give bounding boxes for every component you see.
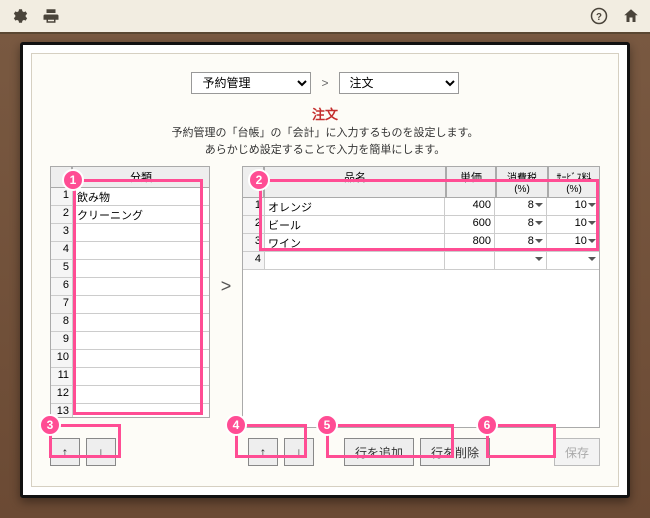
item-row[interactable]: 2ビール6008 10: [243, 216, 599, 234]
item-move-up-button[interactable]: ↑: [248, 438, 278, 466]
category-cell[interactable]: [73, 242, 209, 260]
row-number: 3: [51, 224, 73, 242]
item-header-price: 単価: [446, 166, 496, 198]
item-header-name: 品名: [264, 166, 446, 198]
row-number: 10: [51, 350, 73, 368]
row-number: 2: [243, 216, 265, 234]
category-row[interactable]: 7: [51, 296, 209, 314]
category-row[interactable]: 4: [51, 242, 209, 260]
item-grid: 品名 単価 消費税(%) ｻｰﾋﾞｽ料(%) 1オレンジ4008 10 2ビール…: [242, 166, 600, 428]
item-price-cell[interactable]: 600: [445, 216, 495, 234]
category-row[interactable]: 5: [51, 260, 209, 278]
row-number: 7: [51, 296, 73, 314]
item-row[interactable]: 1オレンジ4008 10: [243, 198, 599, 216]
category-cell[interactable]: [73, 278, 209, 296]
category-cell[interactable]: [73, 296, 209, 314]
item-price-cell[interactable]: 400: [445, 198, 495, 216]
item-name-cell[interactable]: ワイン: [265, 234, 445, 252]
item-header-tax: 消費税(%): [496, 166, 548, 198]
category-row[interactable]: 10: [51, 350, 209, 368]
item-name-cell[interactable]: ビール: [265, 216, 445, 234]
save-button[interactable]: 保存: [554, 438, 600, 466]
row-number: 4: [243, 252, 265, 270]
category-row[interactable]: 8: [51, 314, 209, 332]
category-grid: 分類 1飲み物2クリーニング345678910111213: [50, 166, 210, 418]
category-header-label: 分類: [72, 166, 210, 188]
top-bar: ?: [0, 0, 650, 34]
category-cell[interactable]: [73, 224, 209, 242]
category-cell[interactable]: [73, 386, 209, 404]
category-cell[interactable]: [73, 404, 209, 418]
item-tax-cell[interactable]: 8: [495, 216, 547, 234]
item-name-cell[interactable]: [265, 252, 445, 270]
row-number: 1: [51, 188, 73, 206]
item-row[interactable]: 4: [243, 252, 599, 270]
breadcrumb: 予約管理 > 注文: [32, 54, 618, 102]
transfer-arrow: >: [216, 166, 236, 297]
row-number: 9: [51, 332, 73, 350]
item-tax-cell[interactable]: 8: [495, 234, 547, 252]
item-name-cell[interactable]: オレンジ: [265, 198, 445, 216]
gear-icon[interactable]: [8, 5, 30, 27]
item-price-cell[interactable]: [445, 252, 495, 270]
print-icon[interactable]: [40, 5, 62, 27]
svg-text:?: ?: [596, 12, 602, 23]
item-move-down-button[interactable]: ↓: [284, 438, 314, 466]
category-move-up-button[interactable]: ↑: [50, 438, 80, 466]
row-number: 8: [51, 314, 73, 332]
row-number: 2: [51, 206, 73, 224]
category-row[interactable]: 3: [51, 224, 209, 242]
item-service-cell[interactable]: 10: [547, 216, 599, 234]
item-header-num: [242, 166, 264, 198]
category-cell[interactable]: [73, 368, 209, 386]
add-row-button[interactable]: 行を追加: [344, 438, 414, 466]
item-tax-cell[interactable]: [495, 252, 547, 270]
item-service-cell[interactable]: 10: [547, 198, 599, 216]
category-header-num: [50, 166, 72, 188]
item-tax-cell[interactable]: 8: [495, 198, 547, 216]
item-service-cell[interactable]: 10: [547, 234, 599, 252]
page-description: 予約管理の「台帳」の「会計」に入力するものを設定します。 あらかじめ設定すること…: [32, 125, 618, 158]
category-row[interactable]: 2クリーニング: [51, 206, 209, 224]
category-row[interactable]: 12: [51, 386, 209, 404]
category-cell[interactable]: [73, 260, 209, 278]
item-grid-body[interactable]: 1オレンジ4008 10 2ビール6008 10 3ワイン8008 10 4: [242, 198, 600, 428]
help-icon[interactable]: ?: [588, 5, 610, 27]
item-service-cell[interactable]: [547, 252, 599, 270]
item-row[interactable]: 3ワイン8008 10: [243, 234, 599, 252]
main-panel: 予約管理 > 注文 注文 予約管理の「台帳」の「会計」に入力するものを設定します…: [20, 42, 630, 498]
breadcrumb-separator: >: [321, 76, 328, 90]
row-number: 3: [243, 234, 265, 252]
category-row[interactable]: 9: [51, 332, 209, 350]
breadcrumb-level2-select[interactable]: 注文: [339, 72, 459, 94]
paper-surface: 予約管理 > 注文 注文 予約管理の「台帳」の「会計」に入力するものを設定します…: [31, 53, 619, 487]
category-grid-body[interactable]: 1飲み物2クリーニング345678910111213: [50, 188, 210, 418]
item-header-service: ｻｰﾋﾞｽ料(%): [548, 166, 600, 198]
category-row[interactable]: 1飲み物: [51, 188, 209, 206]
category-row[interactable]: 11: [51, 368, 209, 386]
category-cell[interactable]: [73, 350, 209, 368]
delete-row-button[interactable]: 行を削除: [420, 438, 490, 466]
page-title: 注文: [32, 104, 618, 123]
row-number: 1: [243, 198, 265, 216]
category-row[interactable]: 6: [51, 278, 209, 296]
row-number: 12: [51, 386, 73, 404]
home-icon[interactable]: [620, 5, 642, 27]
category-row[interactable]: 13: [51, 404, 209, 418]
category-cell[interactable]: 飲み物: [73, 188, 209, 206]
category-move-down-button[interactable]: ↓: [86, 438, 116, 466]
row-number: 4: [51, 242, 73, 260]
category-cell[interactable]: クリーニング: [73, 206, 209, 224]
row-number: 13: [51, 404, 73, 418]
row-number: 5: [51, 260, 73, 278]
category-cell[interactable]: [73, 314, 209, 332]
item-price-cell[interactable]: 800: [445, 234, 495, 252]
row-number: 11: [51, 368, 73, 386]
category-cell[interactable]: [73, 332, 209, 350]
row-number: 6: [51, 278, 73, 296]
breadcrumb-level1-select[interactable]: 予約管理: [191, 72, 311, 94]
